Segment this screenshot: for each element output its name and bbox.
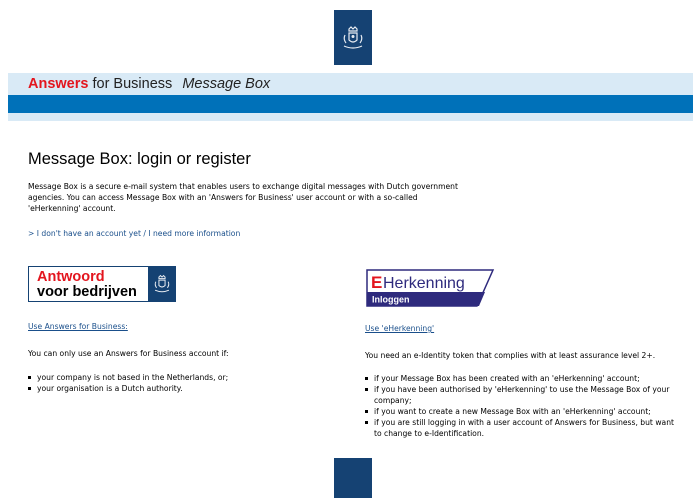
government-emblem [334, 10, 372, 65]
list-item: if your Message Box has been created wit… [365, 373, 675, 384]
afb-logo-line2: voor bedrijven [37, 284, 137, 300]
afb-requirements-list: your company is not based in the Netherl… [28, 372, 348, 394]
list-item: if you want to create a new Message Box … [365, 406, 675, 417]
header-blue-bar [8, 95, 693, 113]
eherkenning-badge: E Herkenning Inloggen [366, 269, 495, 307]
brand-answers: Answers [28, 76, 89, 92]
site-brand[interactable]: Answers for Business Message Box [28, 76, 270, 92]
coat-of-arms-icon [343, 25, 363, 49]
more-info-link[interactable]: > I don't have an account yet / I need m… [28, 229, 240, 238]
brand-for-business: for Business [92, 76, 173, 92]
use-eherkenning-link[interactable]: Use 'eHerkenning' [365, 324, 434, 333]
eh-requirement-lead: You need an e-Identity token that compli… [365, 351, 656, 360]
intro-text: Message Box is a secure e-mail system th… [28, 182, 458, 213]
eh-logo-name: Herkenning [383, 275, 465, 292]
eh-logo-e: E [371, 273, 382, 292]
eherkenning-logo[interactable]: E Herkenning Inloggen [365, 268, 495, 308]
use-answers-for-business-link[interactable]: Use Answers for Business: [28, 322, 128, 331]
list-item: your organisation is a Dutch authority. [28, 383, 348, 394]
eh-conditions-list: if your Message Box has been created wit… [365, 373, 675, 439]
afb-requirement-lead: You can only use an Answers for Business… [28, 349, 229, 358]
header-pale-strip [8, 113, 693, 121]
brand-message-box: Message Box [182, 76, 271, 92]
eh-logo-sub: Inloggen [372, 295, 410, 305]
list-item: if you are still logging in with a user … [365, 417, 675, 439]
footer-emblem [334, 458, 372, 498]
page-title: Message Box: login or register [28, 150, 251, 168]
list-item: if you have been authorised by 'eHerkenn… [365, 384, 675, 406]
brand-bar: Answers for Business Message Box [8, 73, 693, 95]
coat-of-arms-icon [148, 267, 175, 301]
answers-for-business-logo[interactable]: Antwoord voor bedrijven [28, 266, 176, 302]
list-item: your company is not based in the Netherl… [28, 372, 348, 383]
afb-logo-line1: Antwoord [37, 269, 105, 285]
